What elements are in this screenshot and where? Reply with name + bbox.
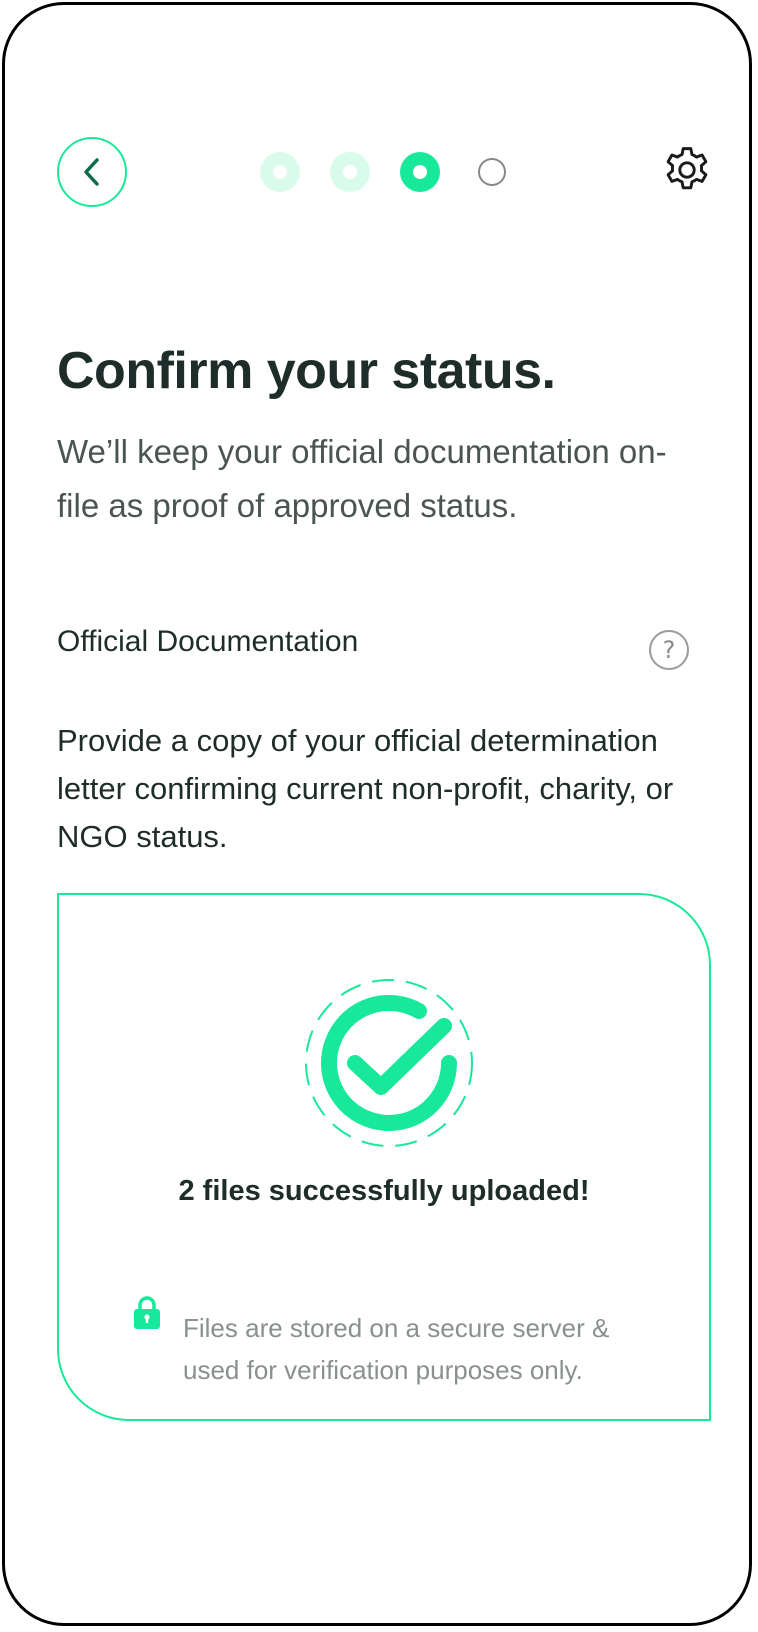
chevron-left-icon — [84, 158, 99, 186]
back-button[interactable] — [57, 137, 127, 207]
question-circle-icon[interactable]: ? — [649, 630, 689, 670]
upload-card[interactable]: 2 files successfully uploaded! Files are… — [57, 893, 711, 1421]
step-2-done — [330, 152, 370, 192]
section-description: Provide a copy of your official determin… — [57, 723, 674, 854]
device-frame: Confirm your status. We’ll keep your off… — [2, 2, 752, 1626]
step-3-active — [400, 152, 440, 192]
section-label: Official Documentation — [57, 625, 359, 658]
check-circle-icon — [305, 979, 473, 1147]
page-title: Confirm your status. — [57, 342, 556, 400]
upload-success-message: 2 files successfully uploaded! — [178, 1175, 590, 1207]
page-subtitle: We’ll keep your official documentation o… — [57, 433, 667, 524]
gear-icon[interactable] — [660, 143, 714, 197]
step-1-done — [260, 152, 300, 192]
help-glyph: ? — [662, 636, 676, 664]
lock-icon — [134, 1296, 160, 1329]
secure-storage-note: Files are stored on a secure server & us… — [183, 1313, 610, 1385]
step-4-todo — [478, 158, 506, 186]
